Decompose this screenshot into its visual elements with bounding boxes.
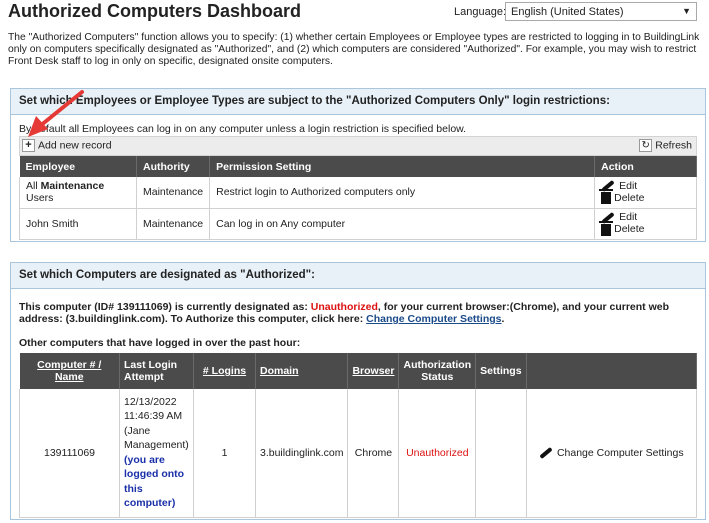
trash-icon [599, 189, 614, 205]
table-row: John Smith Maintenance Can log in on Any… [19, 208, 697, 240]
action-cell: Edit Delete [594, 177, 697, 209]
column-header-settings: Settings [475, 353, 527, 389]
column-header-blank [526, 353, 698, 389]
table-row: 139111069 12/13/2022 11:46:39 AM (Jane M… [19, 389, 698, 518]
computer-id-cell: 139111069 [19, 389, 120, 518]
delete-button[interactable]: Delete [599, 189, 644, 205]
add-new-record-button[interactable]: + Add new record [22, 139, 112, 152]
default-note: By default all Employees can log in on a… [19, 123, 467, 135]
this-computer-status: This computer (ID# 139111069) is current… [19, 301, 670, 325]
grid-toolbar: + Add new record ↻ Refresh [19, 136, 697, 156]
column-header-permission: Permission Setting [209, 156, 596, 177]
panel-title: Set which Computers are designated as "A… [11, 263, 705, 289]
refresh-button[interactable]: ↻ Refresh [639, 139, 692, 152]
page-title: Authorized Computers Dashboard [8, 1, 302, 21]
chevron-down-icon: ▼ [682, 6, 691, 16]
permission-cell: Restrict login to Authorized computers o… [209, 177, 596, 209]
plus-icon: + [22, 139, 35, 152]
browser-cell: Chrome [347, 389, 400, 518]
authorized-computers-panel: Set which Computers are designated as "A… [10, 262, 706, 520]
column-header-action: Action [594, 156, 697, 177]
unauthorized-status: Unauthorized [310, 301, 378, 313]
table-row: All Maintenance Users Maintenance Restri… [19, 177, 697, 209]
refresh-icon: ↻ [639, 139, 653, 152]
column-header-domain[interactable]: Domain [255, 353, 349, 389]
column-header-last-login: Last Login Attempt [119, 353, 194, 389]
action-cell: Edit Delete [594, 208, 697, 240]
language-value: English (United States) [511, 6, 624, 18]
change-computer-settings-link[interactable]: Change Computer Settings [366, 313, 501, 325]
intro-text: The "Authorized Computers" function allo… [8, 32, 700, 67]
column-header-authority: Authority [136, 156, 211, 177]
change-settings-cell: Change Computer Settings [526, 389, 698, 518]
other-computers-label: Other computers that have logged in over… [19, 337, 301, 349]
delete-button[interactable]: Delete [599, 220, 644, 236]
column-header-computer[interactable]: Computer # / Name [19, 353, 120, 389]
language-label: Language: [454, 6, 506, 18]
employee-restrictions-table: Employee Authority Permission Setting Ac… [19, 156, 697, 240]
computers-table: Computer # / Name Last Login Attempt # L… [19, 353, 698, 518]
column-header-auth-status: Authorization Status [398, 353, 477, 389]
domain-cell: 3.buildinglink.com [255, 389, 349, 518]
employee-cell: John Smith [19, 208, 137, 240]
add-new-record-label: Add new record [38, 139, 112, 152]
panel-title: Set which Employees or Employee Types ar… [11, 89, 705, 115]
column-header-browser[interactable]: Browser [347, 353, 400, 389]
permission-cell: Can log in on Any computer [209, 208, 596, 240]
logins-cell: 1 [193, 389, 256, 518]
employee-cell: All Maintenance Users [19, 177, 137, 209]
edit-pen-icon [539, 446, 553, 460]
authority-cell: Maintenance [136, 177, 211, 209]
change-computer-settings-button[interactable]: Change Computer Settings [539, 446, 684, 460]
last-login-cell: 12/13/2022 11:46:39 AM (Jane Management)… [119, 389, 194, 518]
column-header-logins[interactable]: # Logins [193, 353, 256, 389]
refresh-label: Refresh [655, 139, 692, 152]
authorization-status-cell: Unauthorized [398, 389, 477, 518]
authority-cell: Maintenance [136, 208, 211, 240]
trash-icon [599, 220, 614, 236]
employee-restrictions-panel: Set which Employees or Employee Types ar… [10, 88, 706, 242]
language-select[interactable]: English (United States) ▼ [505, 2, 697, 21]
column-header-employee: Employee [19, 156, 137, 177]
settings-cell [475, 389, 527, 518]
